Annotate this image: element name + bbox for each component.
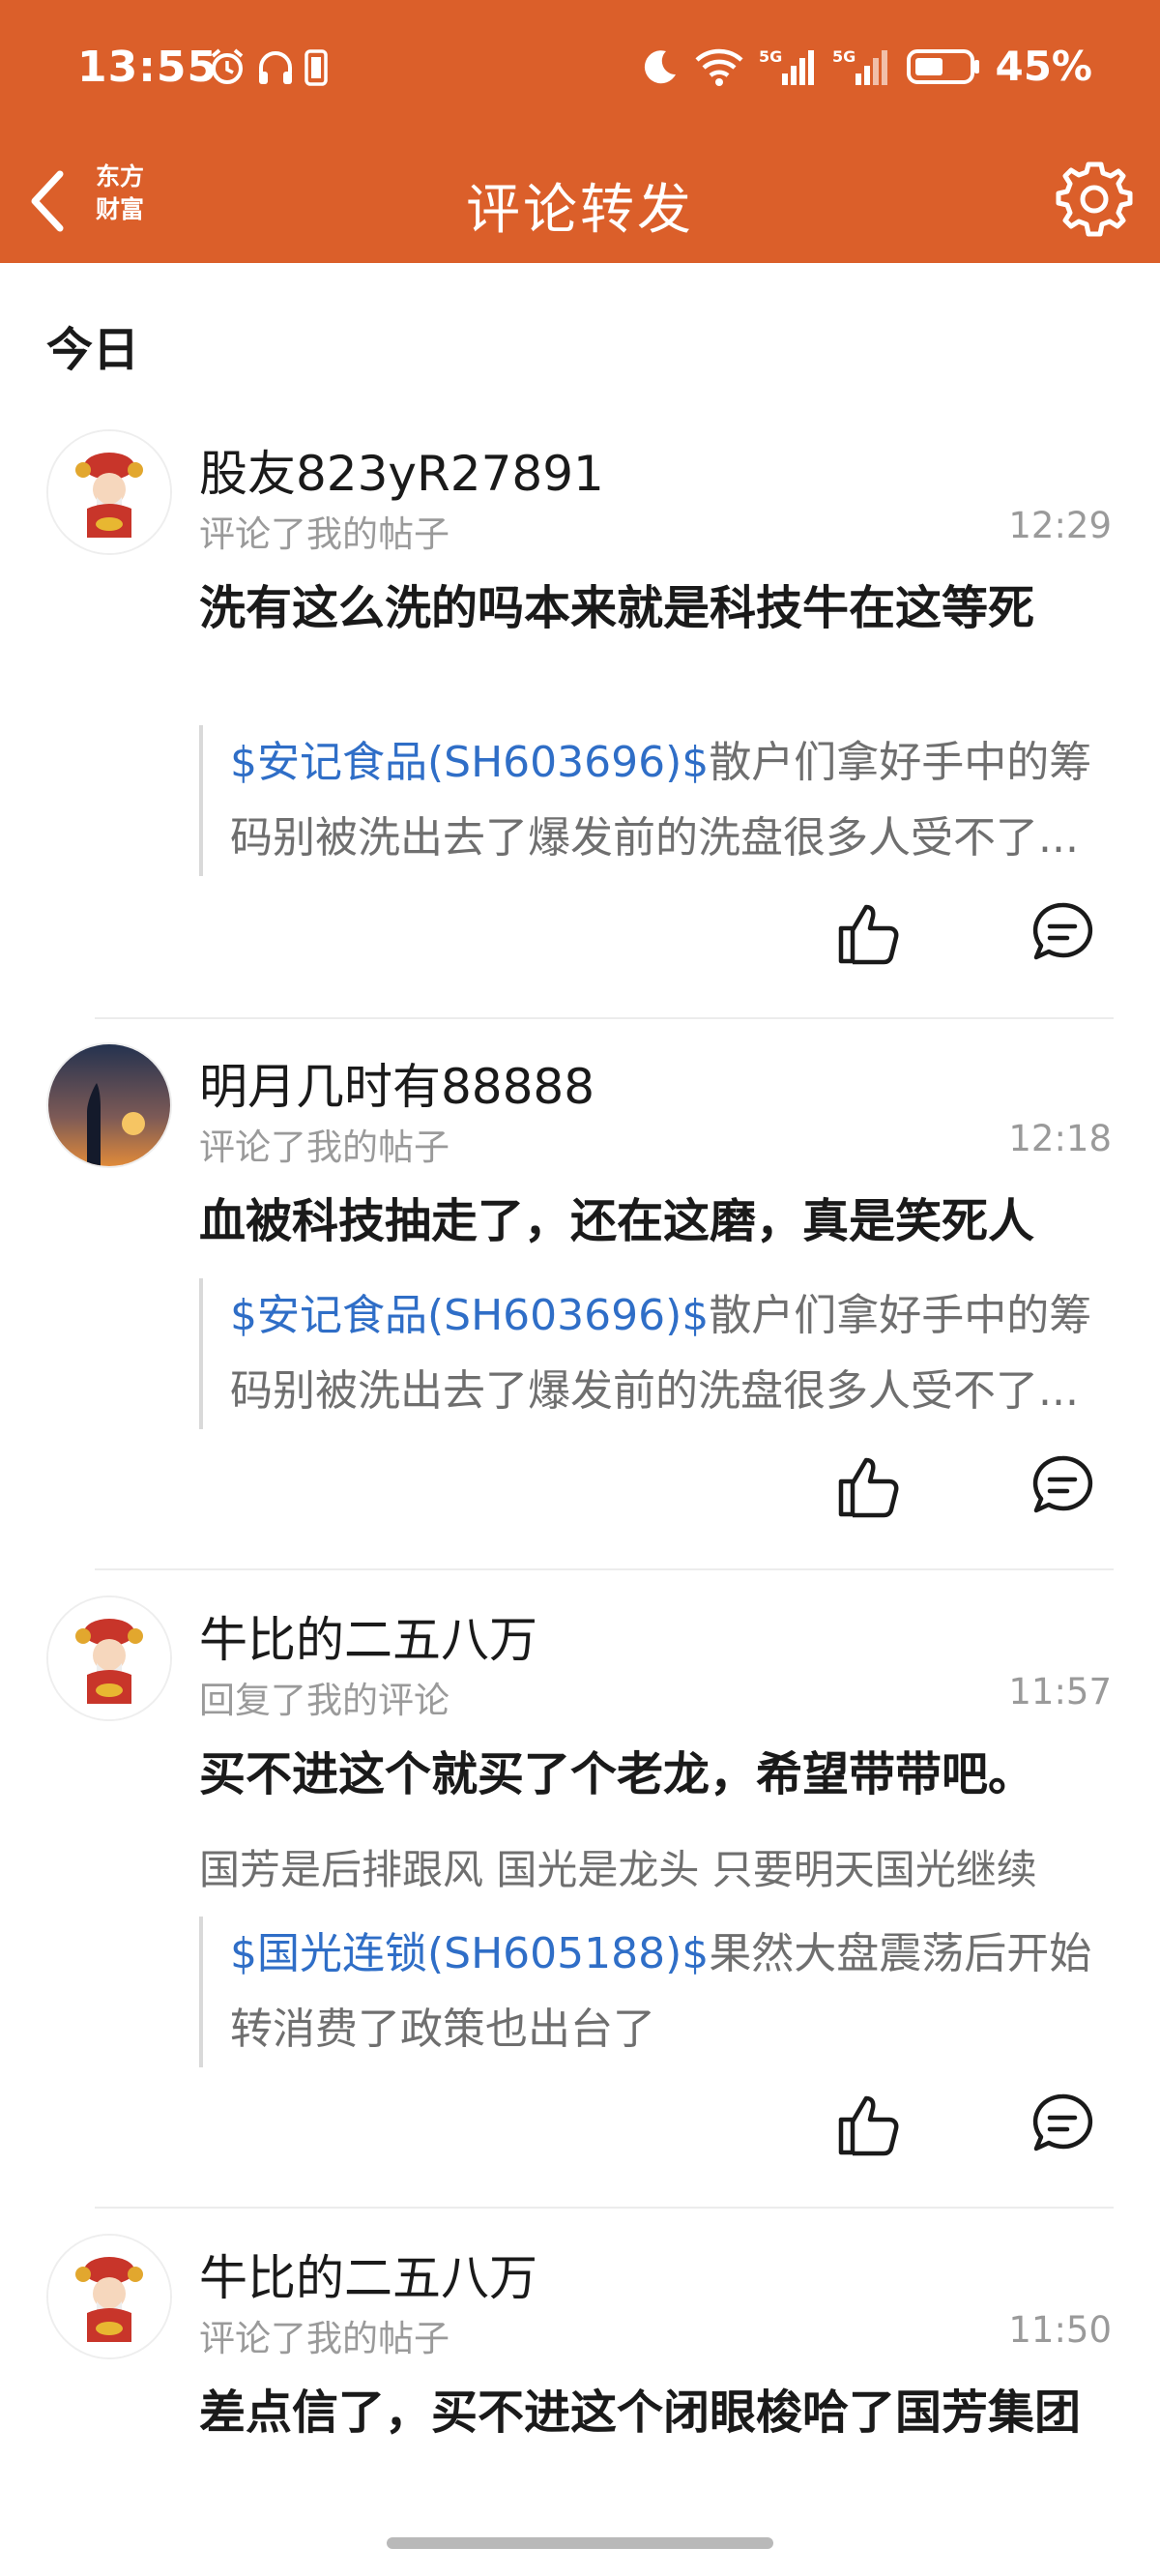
signal-5g-icon: 5G: [759, 47, 815, 85]
divider: [95, 1568, 1114, 1570]
quoted-post[interactable]: $国光连锁(SH605188)$果然大盘震荡后开始转消费了政策也出台了: [199, 1917, 1129, 2067]
thumbs-up-icon[interactable]: [835, 899, 903, 967]
battery-icon: [907, 48, 980, 84]
user-name[interactable]: 股友823yR27891: [199, 435, 604, 505]
wealth-god-avatar-icon: [48, 2236, 170, 2357]
action-text: 评论了我的帖子: [199, 513, 450, 555]
nav-bar: 东方 财富 评论转发: [0, 145, 1160, 263]
quoted-post[interactable]: $安记食品(SH603696)$散户们拿好手中的筹码别被洗出去了爆发前的洗盘很多…: [199, 1278, 1129, 1429]
battery-percent: 45%: [995, 43, 1092, 90]
thumbs-up-icon[interactable]: [835, 2091, 903, 2158]
status-left-icons: [207, 46, 329, 87]
avatar[interactable]: [46, 1042, 172, 1168]
comment-icon[interactable]: [1029, 1452, 1096, 1520]
avatar[interactable]: [46, 1595, 172, 1721]
action-row: [0, 2091, 1160, 2168]
comment-icon[interactable]: [1029, 2091, 1096, 2158]
user-name[interactable]: 牛比的二五八万: [199, 1601, 537, 1671]
sunset-avatar-icon: [48, 1044, 170, 1166]
reply-context-text: 国芳是后排跟风 国光是龙头 只要明天国光继续: [199, 1846, 1037, 1893]
action-row: [0, 1452, 1160, 1530]
thumbs-up-icon[interactable]: [835, 1452, 903, 1520]
timestamp: 12:29: [1008, 505, 1112, 546]
avatar[interactable]: [46, 2234, 172, 2359]
user-name[interactable]: 明月几时有88888: [199, 1048, 594, 1118]
wealth-god-avatar-icon: [48, 1597, 170, 1719]
status-bar: 13:55 5G 5G 45%: [0, 0, 1160, 145]
comment-icon[interactable]: [1029, 899, 1096, 967]
action-text: 回复了我的评论: [199, 1680, 450, 1721]
timestamp: 12:18: [1008, 1118, 1112, 1159]
user-name[interactable]: 牛比的二五八万: [199, 2239, 537, 2309]
stock-tag-link[interactable]: $安记食品(SH603696)$: [230, 1291, 709, 1340]
stock-tag-link[interactable]: $国光连锁(SH605188)$: [230, 1929, 709, 1978]
comment-text[interactable]: 血被科技抽走了，还在这磨，真是笑死人: [199, 1184, 1127, 1259]
action-text: 评论了我的帖子: [199, 2318, 450, 2359]
page-title: 评论转发: [466, 179, 694, 242]
action-text: 评论了我的帖子: [199, 1127, 450, 1168]
avatar[interactable]: [46, 429, 172, 555]
status-right-icons: 5G 5G 45%: [641, 43, 1092, 90]
app-header: 13:55 5G 5G 45% 东方 财富 评论转发: [0, 0, 1160, 263]
divider: [95, 2207, 1114, 2209]
alarm-icon: [211, 48, 244, 84]
divider: [95, 1017, 1114, 1019]
svg-text:5G: 5G: [832, 47, 856, 66]
headphones-icon: [259, 51, 292, 84]
status-time: 13:55: [77, 43, 218, 92]
moon-icon: [645, 49, 677, 83]
section-today-label: 今日: [46, 323, 140, 377]
timestamp: 11:50: [1008, 2309, 1112, 2351]
timestamp: 11:57: [1008, 1671, 1112, 1712]
stock-tag-link[interactable]: $安记食品(SH603696)$: [230, 738, 709, 787]
comment-text[interactable]: 洗有这么洗的吗本来就是科技牛在这等死: [199, 571, 1127, 646]
wealth-god-avatar-icon: [48, 431, 170, 553]
quoted-post[interactable]: $安记食品(SH603696)$散户们拿好手中的筹码别被洗出去了爆发前的洗盘很多…: [199, 725, 1129, 876]
action-row: [0, 899, 1160, 977]
svg-text:5G: 5G: [759, 47, 782, 66]
comment-text[interactable]: 差点信了，买不进这个闭眼梭哈了国芳集团: [199, 2375, 1127, 2450]
gear-icon[interactable]: [1054, 159, 1135, 240]
home-indicator[interactable]: [387, 2537, 773, 2549]
comment-text[interactable]: 买不进这个就买了个老龙，希望带带吧。: [199, 1737, 1127, 1812]
wifi-icon: [695, 48, 743, 86]
device-battery-icon: [304, 49, 328, 86]
signal-5g-icon-2: 5G: [832, 47, 888, 85]
